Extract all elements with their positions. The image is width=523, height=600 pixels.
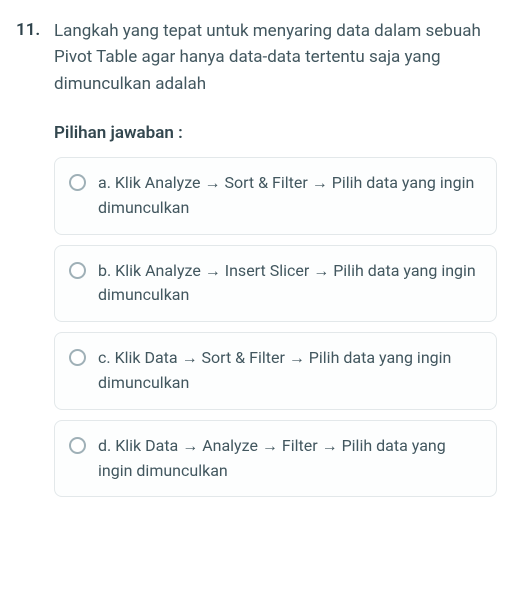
radio-icon[interactable] <box>69 349 86 366</box>
option-label: b. Klik Analyze → Insert Slicer → Pilih … <box>98 259 480 309</box>
question-text: Langkah yang tepat untuk menyaring data … <box>54 18 497 97</box>
question-number: 11. <box>16 18 40 97</box>
option-label: a. Klik Analyze → Sort & Filter → Pilih … <box>98 171 480 221</box>
option-label: d. Klik Data → Analyze → Filter → Pilih … <box>98 434 480 484</box>
option-c[interactable]: c. Klik Data → Sort & Filter → Pilih dat… <box>54 332 497 410</box>
option-b[interactable]: b. Klik Analyze → Insert Slicer → Pilih … <box>54 245 497 323</box>
question-row: 11. Langkah yang tepat untuk menyaring d… <box>16 18 497 97</box>
answers-block: Pilihan jawaban : a. Klik Analyze → Sort… <box>16 123 497 497</box>
option-a[interactable]: a. Klik Analyze → Sort & Filter → Pilih … <box>54 157 497 235</box>
option-d[interactable]: d. Klik Data → Analyze → Filter → Pilih … <box>54 420 497 498</box>
option-label: c. Klik Data → Sort & Filter → Pilih dat… <box>98 346 480 396</box>
radio-icon[interactable] <box>69 437 86 454</box>
answers-heading: Pilihan jawaban : <box>54 123 497 143</box>
radio-icon[interactable] <box>69 174 86 191</box>
radio-icon[interactable] <box>69 262 86 279</box>
